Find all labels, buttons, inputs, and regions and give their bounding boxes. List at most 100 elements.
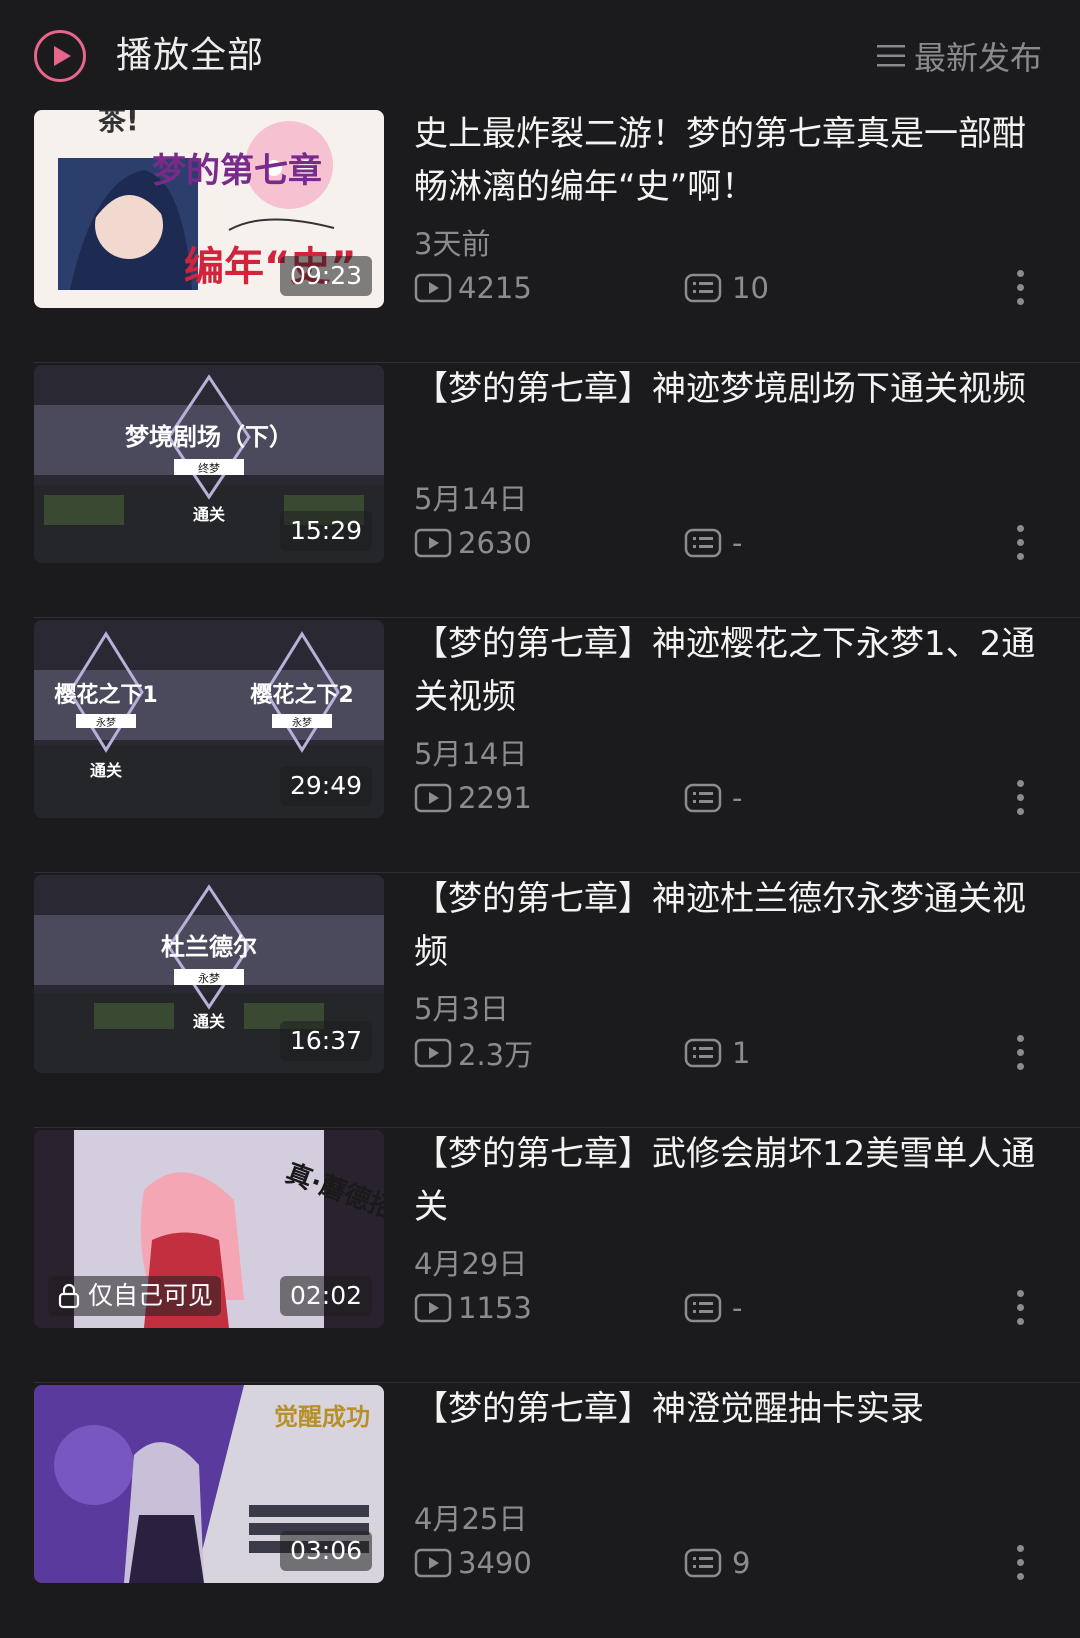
comment-icon	[684, 528, 722, 558]
private-badge: 仅自己可见	[48, 1276, 222, 1316]
comment-count: -	[684, 778, 742, 818]
comment-count: -	[684, 1288, 742, 1328]
more-options-icon[interactable]	[1010, 778, 1030, 818]
video-item[interactable]: 真·蘑德招脚 仅自己可见 02:02 【梦的第七章】武修会崩坏12美雪单人通关 …	[0, 1128, 1080, 1383]
thumb-text: 通关	[193, 1012, 225, 1031]
view-count: 2.3万	[414, 1033, 533, 1073]
comment-count-value: 1	[732, 1036, 751, 1070]
view-count-value: 3490	[458, 1546, 532, 1580]
video-thumbnail[interactable]: 梦境剧场（下） 终梦 通关 15:29	[34, 365, 384, 563]
view-count-value: 1153	[458, 1291, 532, 1325]
comment-count-value: -	[732, 781, 743, 815]
view-count-value: 4215	[458, 271, 532, 305]
comment-count: 1	[684, 1033, 750, 1073]
view-count: 2291	[414, 778, 532, 818]
video-item[interactable]: 觉醒成功 03:06 【梦的第七章】神澄觉醒抽卡实录 4月25日 3490 9	[0, 1383, 1080, 1638]
comment-icon	[684, 273, 722, 303]
video-date: 5月14日	[414, 482, 528, 516]
video-duration: 03:06	[279, 1531, 372, 1571]
play-count-icon	[414, 1038, 452, 1068]
comment-icon	[684, 783, 722, 813]
thumb-text: 永梦	[198, 971, 220, 985]
video-duration: 16:37	[279, 1021, 372, 1061]
view-count: 1153	[414, 1288, 532, 1328]
video-title[interactable]: 【梦的第七章】武修会崩坏12美雪单人通关	[414, 1128, 1044, 1234]
thumb-text: 终梦	[198, 461, 220, 475]
play-count-icon	[414, 528, 452, 558]
video-stats: 1153 -	[414, 1288, 1054, 1328]
thumb-text: 永梦	[292, 716, 312, 729]
video-duration: 15:29	[279, 511, 372, 551]
video-date: 5月3日	[414, 992, 509, 1026]
comment-count: 10	[684, 268, 769, 308]
video-item[interactable]: 梦的第七章 编年“史” 茶! 09:23 史上最炸裂二游！梦的第七章真是一部酣畅…	[0, 108, 1080, 363]
sort-list-icon	[876, 45, 905, 67]
view-count: 2630	[414, 523, 532, 563]
view-count-value: 2.3万	[458, 1038, 534, 1072]
video-stats: 4215 10	[414, 268, 1054, 308]
play-count-icon	[414, 1548, 452, 1578]
more-options-icon[interactable]	[1010, 1288, 1030, 1328]
video-thumbnail[interactable]: 梦的第七章 编年“史” 茶! 09:23	[34, 110, 384, 308]
comment-count-value: 10	[732, 271, 769, 305]
thumb-text: 永梦	[96, 716, 116, 729]
thumb-text: 杜兰德尔	[161, 933, 257, 961]
thumb-text: 樱花之下1	[54, 682, 157, 708]
video-thumbnail[interactable]: 樱花之下1 永梦 樱花之下2 永梦 通关 29:49	[34, 620, 384, 818]
video-date: 3天前	[414, 227, 491, 261]
more-options-icon[interactable]	[1010, 523, 1030, 563]
play-count-icon	[414, 273, 452, 303]
video-list: 梦的第七章 编年“史” 茶! 09:23 史上最炸裂二游！梦的第七章真是一部酣畅…	[0, 108, 1080, 1638]
video-duration: 09:23	[279, 256, 372, 296]
play-all-icon[interactable]	[34, 30, 86, 82]
view-count-value: 2291	[458, 781, 532, 815]
video-duration: 02:02	[279, 1276, 372, 1316]
comment-icon	[684, 1548, 722, 1578]
video-thumbnail[interactable]: 真·蘑德招脚 仅自己可见 02:02	[34, 1130, 384, 1328]
play-count-icon	[414, 1293, 452, 1323]
header: 播放全部 最新发布	[0, 0, 1080, 108]
comment-count-value: -	[732, 1291, 743, 1325]
more-options-icon[interactable]	[1010, 268, 1030, 308]
video-title[interactable]: 【梦的第七章】神迹樱花之下永梦1、2通关视频	[414, 618, 1044, 724]
svg-text:茶!: 茶!	[98, 110, 139, 137]
video-stats: 2291 -	[414, 778, 1054, 818]
thumb-text: 梦的第七章	[152, 151, 322, 191]
video-item[interactable]: 樱花之下1 永梦 樱花之下2 永梦 通关 29:49 【梦的第七章】神迹樱花之下…	[0, 618, 1080, 873]
video-duration: 29:49	[279, 766, 372, 806]
thumb-text: 通关	[90, 761, 122, 780]
video-item[interactable]: 梦境剧场（下） 终梦 通关 15:29 【梦的第七章】神迹梦境剧场下通关视频 5…	[0, 363, 1080, 618]
play-all-button[interactable]: 播放全部	[116, 30, 264, 82]
video-date: 4月25日	[414, 1502, 528, 1536]
view-count: 4215	[414, 268, 532, 308]
thumb-text: 通关	[193, 505, 225, 524]
sort-button[interactable]: 最新发布	[876, 30, 1042, 82]
sort-label: 最新发布	[913, 39, 1042, 77]
view-count-value: 2630	[458, 526, 532, 560]
video-item[interactable]: 杜兰德尔 永梦 通关 16:37 【梦的第七章】神迹杜兰德尔永梦通关视频 5月3…	[0, 873, 1080, 1128]
more-options-icon[interactable]	[1010, 1033, 1030, 1073]
video-title[interactable]: 【梦的第七章】神澄觉醒抽卡实录	[414, 1383, 1044, 1489]
video-stats: 2.3万 1	[414, 1033, 1054, 1073]
view-count: 3490	[414, 1543, 532, 1583]
comment-icon	[684, 1038, 722, 1068]
play-count-icon	[414, 783, 452, 813]
comment-icon	[684, 1293, 722, 1323]
thumb-text: 觉醒成功	[274, 1403, 370, 1431]
video-thumbnail[interactable]: 觉醒成功 03:06	[34, 1385, 384, 1583]
video-stats: 3490 9	[414, 1543, 1054, 1583]
video-title[interactable]: 【梦的第七章】神迹杜兰德尔永梦通关视频	[414, 873, 1044, 979]
video-date: 5月14日	[414, 737, 528, 771]
comment-count-value: 9	[732, 1546, 751, 1580]
thumb-text: 梦境剧场（下）	[125, 423, 293, 451]
thumb-text: 樱花之下2	[250, 682, 353, 708]
video-thumbnail[interactable]: 杜兰德尔 永梦 通关 16:37	[34, 875, 384, 1073]
comment-count: 9	[684, 1543, 750, 1583]
comment-count-value: -	[732, 526, 743, 560]
video-date: 4月29日	[414, 1247, 528, 1281]
comment-count: -	[684, 523, 742, 563]
video-title[interactable]: 史上最炸裂二游！梦的第七章真是一部酣畅淋漓的编年“史”啊！	[414, 108, 1044, 214]
video-stats: 2630 -	[414, 523, 1054, 563]
video-title[interactable]: 【梦的第七章】神迹梦境剧场下通关视频	[414, 363, 1044, 469]
more-options-icon[interactable]	[1010, 1543, 1030, 1583]
